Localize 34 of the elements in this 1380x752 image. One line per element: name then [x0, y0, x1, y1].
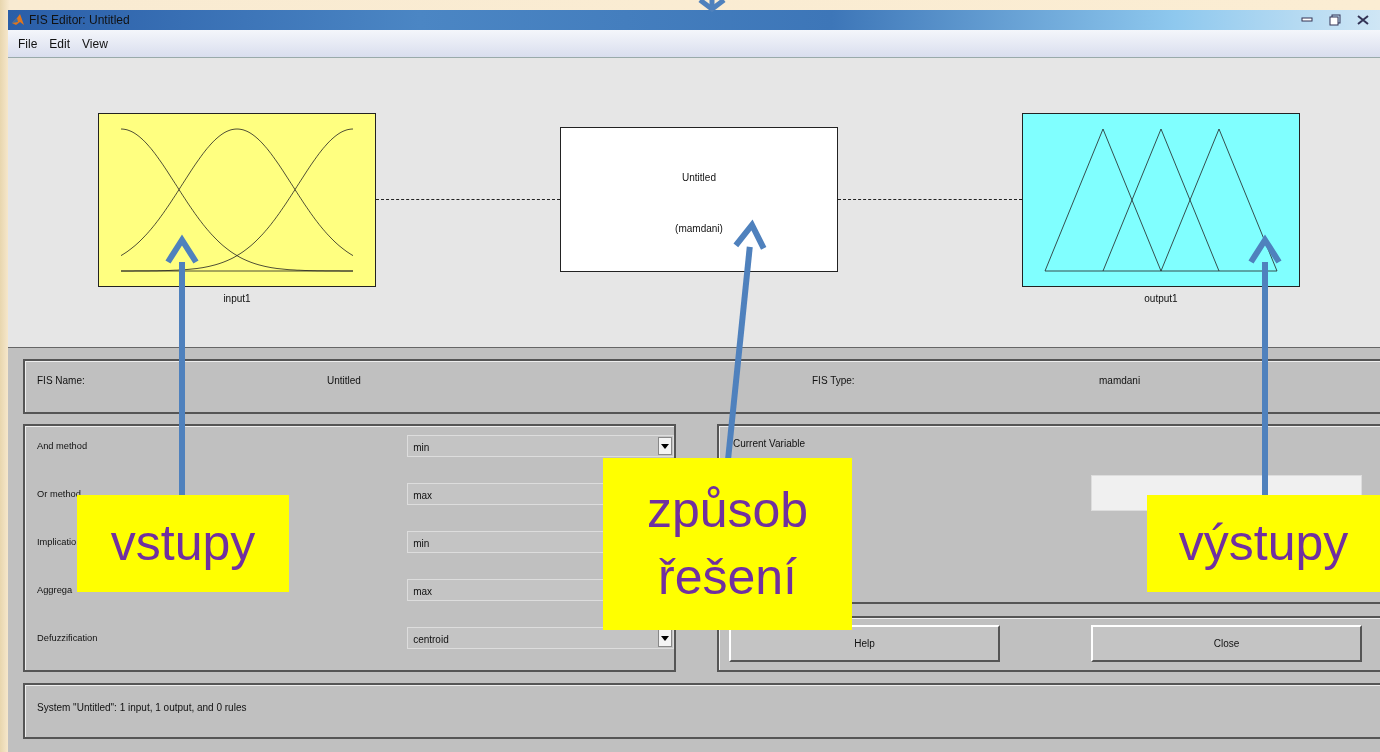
restore-icon — [1329, 14, 1341, 26]
annotation-tooltip: způsob řešení — [603, 458, 852, 630]
annotation-tooltip: vstupy — [77, 495, 289, 592]
system-name: Untitled — [682, 171, 716, 185]
fis-name-value: Untitled — [327, 374, 362, 388]
fis-name-label: FIS Name: — [37, 374, 86, 388]
system-type: (mamdani) — [675, 222, 723, 236]
app-icon — [11, 13, 25, 27]
input-box[interactable] — [98, 113, 376, 287]
output-box[interactable] — [1022, 113, 1300, 287]
dialog-button[interactable]: Help — [729, 625, 1000, 662]
dropdown-caret-icon — [661, 443, 669, 449]
close-icon — [1357, 15, 1369, 25]
current-variable-label: Current Variable — [733, 437, 807, 451]
method-label: And method — [37, 441, 88, 451]
input-label: input1 — [222, 292, 252, 306]
method-dropdown[interactable]: centroid — [407, 627, 674, 649]
window-title: FIS Editor: Untitled — [29, 12, 130, 29]
system-box[interactable]: Untitled (mamdani) — [560, 127, 838, 272]
minimize-icon — [1301, 17, 1313, 23]
menu-item[interactable]: File — [12, 34, 44, 53]
dialog-button[interactable]: Close — [1091, 625, 1362, 662]
status-text: System "Untitled": 1 input, 1 output, and 0 rules — [37, 702, 247, 713]
method-dropdown[interactable]: min — [407, 435, 674, 457]
method-label: Defuzzification — [37, 633, 98, 643]
fis-type-label: FIS Type: — [812, 374, 856, 388]
annotation-tooltip: výstupy — [1147, 495, 1380, 592]
fis-type-value: mamdani — [1099, 374, 1141, 388]
dropdown-caret-icon — [661, 635, 669, 641]
menu-item[interactable]: Edit — [43, 34, 77, 53]
method-label: Implicatio — [37, 537, 77, 547]
output-label: output1 — [1143, 292, 1179, 306]
method-label: Aggrega — [37, 585, 73, 595]
menu-item[interactable]: View — [76, 34, 114, 53]
